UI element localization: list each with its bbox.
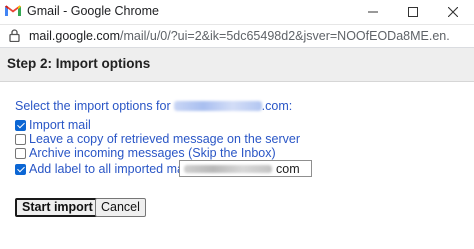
- window-titlebar: Gmail - Google Chrome: [0, 0, 474, 25]
- option-leave-copy[interactable]: Leave a copy of retrieved message on the…: [15, 132, 300, 146]
- maximize-button[interactable]: [396, 0, 430, 24]
- option-add-label[interactable]: Add label to all imported mail:: [15, 162, 193, 176]
- label-suffix: com: [276, 162, 300, 176]
- url-text[interactable]: mail.google.com/mail/u/0/?ui=2&ik=5dc654…: [29, 29, 449, 43]
- page-header: Step 2: Import options: [0, 48, 474, 82]
- checkbox-import-mail[interactable]: [15, 119, 26, 131]
- redacted-label: [184, 165, 272, 173]
- redacted-email: [173, 101, 262, 111]
- page-title: Step 2: Import options: [7, 56, 151, 71]
- close-icon: [448, 7, 458, 17]
- prompt-domain: .com:: [261, 99, 293, 113]
- url-path: /mail/u/0/?ui=2&ik=5dc65498d2&jsver=NOOf…: [120, 29, 449, 43]
- close-button[interactable]: [436, 0, 470, 24]
- import-options-form: Select the import options for .com: Impor…: [0, 82, 474, 249]
- checkbox-leave-copy[interactable]: [15, 133, 26, 145]
- option-label: Archive incoming messages (Skip the Inbo…: [29, 146, 276, 160]
- minimize-button[interactable]: [356, 0, 390, 24]
- window-title: Gmail - Google Chrome: [27, 4, 159, 18]
- minimize-icon: [368, 11, 378, 13]
- checkbox-add-label[interactable]: [15, 163, 26, 175]
- option-label: Leave a copy of retrieved message on the…: [29, 132, 300, 146]
- option-import-mail[interactable]: Import mail: [15, 118, 91, 132]
- option-label: Import mail: [29, 118, 91, 132]
- checkbox-archive-incoming[interactable]: [15, 147, 26, 159]
- label-name-input[interactable]: com: [179, 160, 312, 177]
- prompt-prefix: Select the import options for: [15, 99, 171, 113]
- import-prompt: Select the import options for .com:: [15, 99, 292, 113]
- option-label: Add label to all imported mail:: [29, 162, 193, 176]
- url-host: mail.google.com: [29, 29, 121, 43]
- start-import-button[interactable]: Start import: [15, 198, 100, 217]
- option-archive-incoming[interactable]: Archive incoming messages (Skip the Inbo…: [15, 146, 276, 160]
- maximize-icon: [408, 7, 418, 17]
- cancel-button[interactable]: Cancel: [95, 198, 146, 217]
- address-bar[interactable]: mail.google.com/mail/u/0/?ui=2&ik=5dc654…: [0, 25, 474, 48]
- gmail-logo-icon: [5, 5, 21, 16]
- lock-icon: [9, 29, 20, 42]
